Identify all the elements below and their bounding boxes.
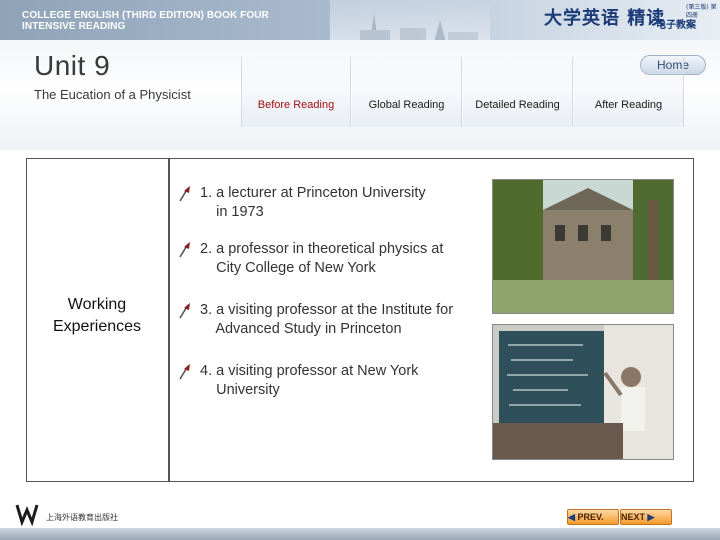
- quill-bullet-icon: [179, 186, 190, 202]
- quill-bullet-icon: [179, 303, 190, 319]
- brand-title-cn: 大学英语 精读: [544, 8, 666, 29]
- tab-label: Global Reading: [368, 99, 445, 111]
- tab-before-reading[interactable]: Before Reading: [241, 57, 351, 127]
- prev-label: PREV.: [577, 512, 604, 522]
- prev-button[interactable]: ◀ PREV.: [567, 509, 619, 525]
- next-label: NEXT: [621, 512, 646, 522]
- tab-label: Before Reading: [257, 99, 335, 111]
- tab-after-reading[interactable]: After Reading: [574, 57, 684, 127]
- quill-bullet-icon: [179, 242, 190, 258]
- list-item-text: 2. a professor in theoretical physics at…: [200, 241, 444, 276]
- column-divider: [168, 158, 170, 482]
- physicist-photo: [492, 324, 674, 460]
- series-title-line1: COLLEGE ENGLISH (THIRD EDITION) BOOK FOU…: [22, 10, 269, 21]
- unit-title: Unit 9: [34, 50, 111, 81]
- series-title-line2: INTENSIVE READING: [22, 21, 126, 32]
- tab-global-reading[interactable]: Global Reading: [352, 57, 462, 127]
- publisher-logo-icon: [15, 504, 39, 526]
- footer-bar: [0, 528, 720, 540]
- series-title: COLLEGE ENGLISH (THIRD EDITION) BOOK FOU…: [22, 10, 282, 32]
- arrow-right-icon: ▶: [647, 512, 655, 522]
- tab-label: Detailed Reading: [475, 99, 560, 111]
- list-item-text: 3. a visiting professor at the Institute…: [200, 302, 454, 337]
- list-item-text: 1. a lecturer at Princeton University in…: [200, 185, 426, 220]
- brand-subtitle: 电子教案: [656, 20, 696, 31]
- unit-subtitle: The Eucation of a Physicist: [34, 87, 191, 102]
- section-label: Working Experiences: [52, 296, 142, 335]
- list-item-text: 4. a visiting professor at New York Univ…: [200, 363, 419, 398]
- tab-label: After Reading: [594, 99, 663, 111]
- arrow-left-icon: ◀: [568, 512, 575, 522]
- quill-bullet-icon: [179, 364, 190, 380]
- tab-detailed-reading[interactable]: Detailed Reading: [463, 57, 573, 127]
- next-button[interactable]: NEXT ▶: [620, 509, 672, 525]
- publisher-name: 上海外语教育出版社: [46, 513, 118, 522]
- campus-photo: [492, 179, 674, 314]
